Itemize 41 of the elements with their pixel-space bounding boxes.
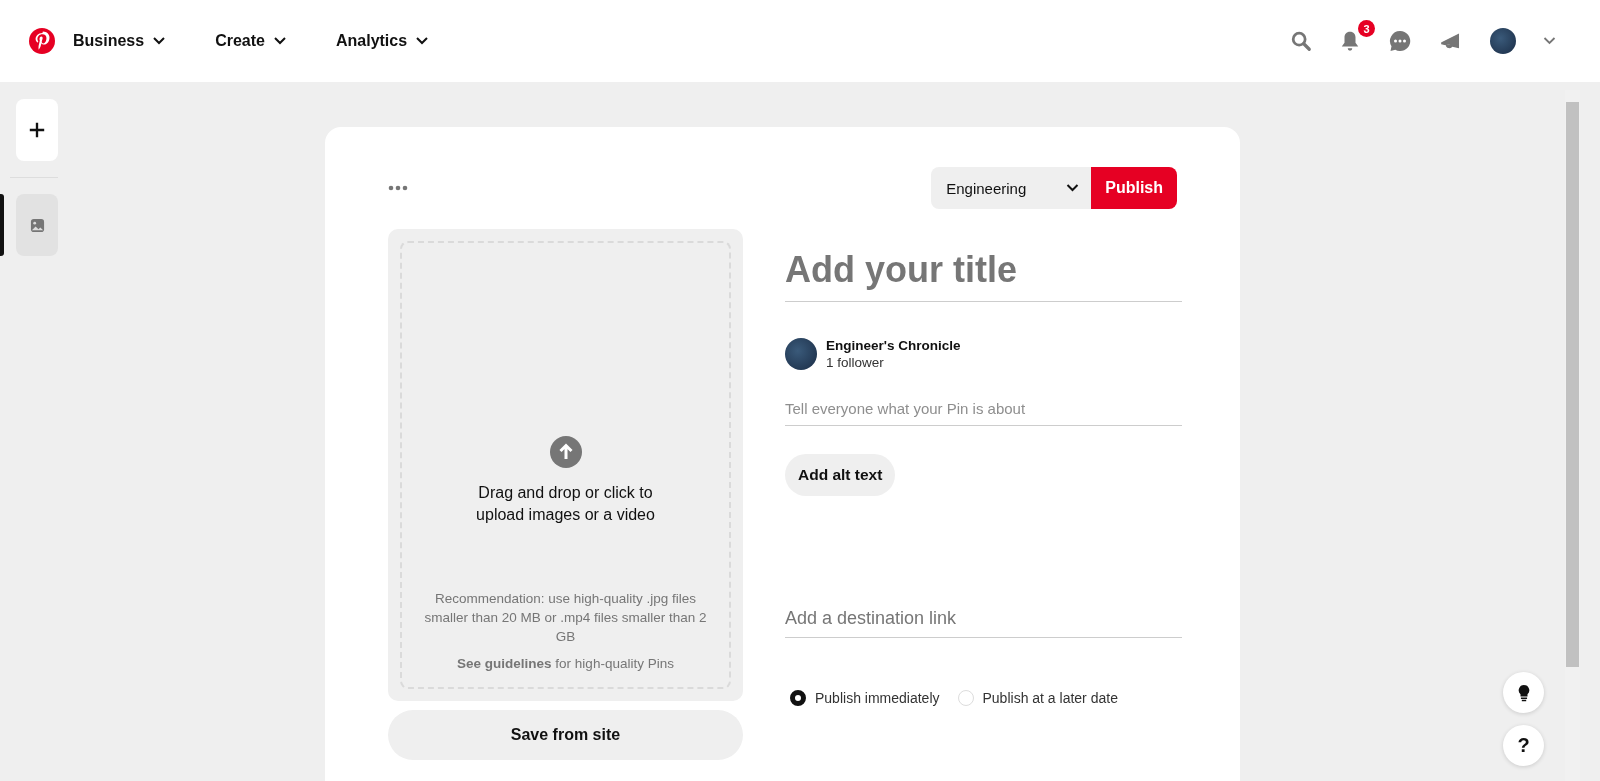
more-options-icon[interactable] <box>388 185 408 191</box>
radio-button[interactable] <box>790 690 806 706</box>
notification-badge: 3 <box>1358 20 1375 37</box>
pin-draft-button[interactable] <box>16 194 58 256</box>
chevron-down-icon <box>1066 184 1080 192</box>
radio-label: Publish at a later date <box>982 690 1118 706</box>
guidelines-text: See guidelines for high-quality Pins <box>457 656 674 671</box>
chevron-down-icon <box>416 37 429 45</box>
plus-icon <box>28 121 46 139</box>
destination-link-input[interactable]: Add a destination link <box>785 608 1182 638</box>
add-alt-text-button[interactable]: Add alt text <box>785 454 896 496</box>
title-input[interactable]: Add your title <box>785 249 1182 302</box>
publish-button[interactable]: Publish <box>1091 167 1177 209</box>
save-from-site-button[interactable]: Save from site <box>388 710 743 760</box>
upload-area[interactable]: Drag and drop or click to upload images or a video Recommendation: use high-quality .jpg files smaller than 20 MB or .mp4 files smaller than 2 GB See guidelines for high-quality Pins <box>388 229 743 701</box>
board-dropdown[interactable]: Engineering <box>931 167 1092 209</box>
add-button[interactable] <box>16 99 58 161</box>
nav-menu[interactable]: Business <box>65 24 174 58</box>
chat-bubble-icon[interactable] <box>1388 29 1412 53</box>
bell-icon[interactable] <box>1339 29 1361 53</box>
help-button[interactable]: ? <box>1503 725 1544 766</box>
tips-button[interactable] <box>1503 672 1544 713</box>
see-guidelines-link[interactable]: See guidelines <box>457 656 552 671</box>
description-input[interactable]: Tell everyone what your Pin is about <box>785 400 1182 426</box>
chevron-down-icon <box>273 37 286 45</box>
pinterest-logo-icon[interactable] <box>29 28 55 54</box>
nav-menu[interactable]: Create <box>207 24 294 58</box>
avatar[interactable] <box>1490 28 1516 54</box>
account-name: Engineer's Chronicle <box>826 338 961 353</box>
nav-menu[interactable]: Analytics <box>327 24 437 58</box>
upload-instructions: Drag and drop or click to upload images or a video <box>475 483 656 525</box>
chevron-down-icon[interactable] <box>1543 37 1556 45</box>
account-avatar <box>785 338 817 370</box>
follower-count: 1 follower <box>826 355 885 370</box>
lightbulb-icon <box>1516 683 1531 702</box>
recommendation-text: Recommendation: use high-quality .jpg files smaller than 20 MB or .mp4 files smaller than 2 GB <box>423 590 708 646</box>
chevron-down-icon <box>153 37 166 45</box>
scrollbar-thumb[interactable] <box>1566 102 1579 667</box>
image-icon <box>29 217 45 233</box>
radio-label: Publish immediately <box>815 690 940 706</box>
search-icon[interactable] <box>1290 30 1312 52</box>
